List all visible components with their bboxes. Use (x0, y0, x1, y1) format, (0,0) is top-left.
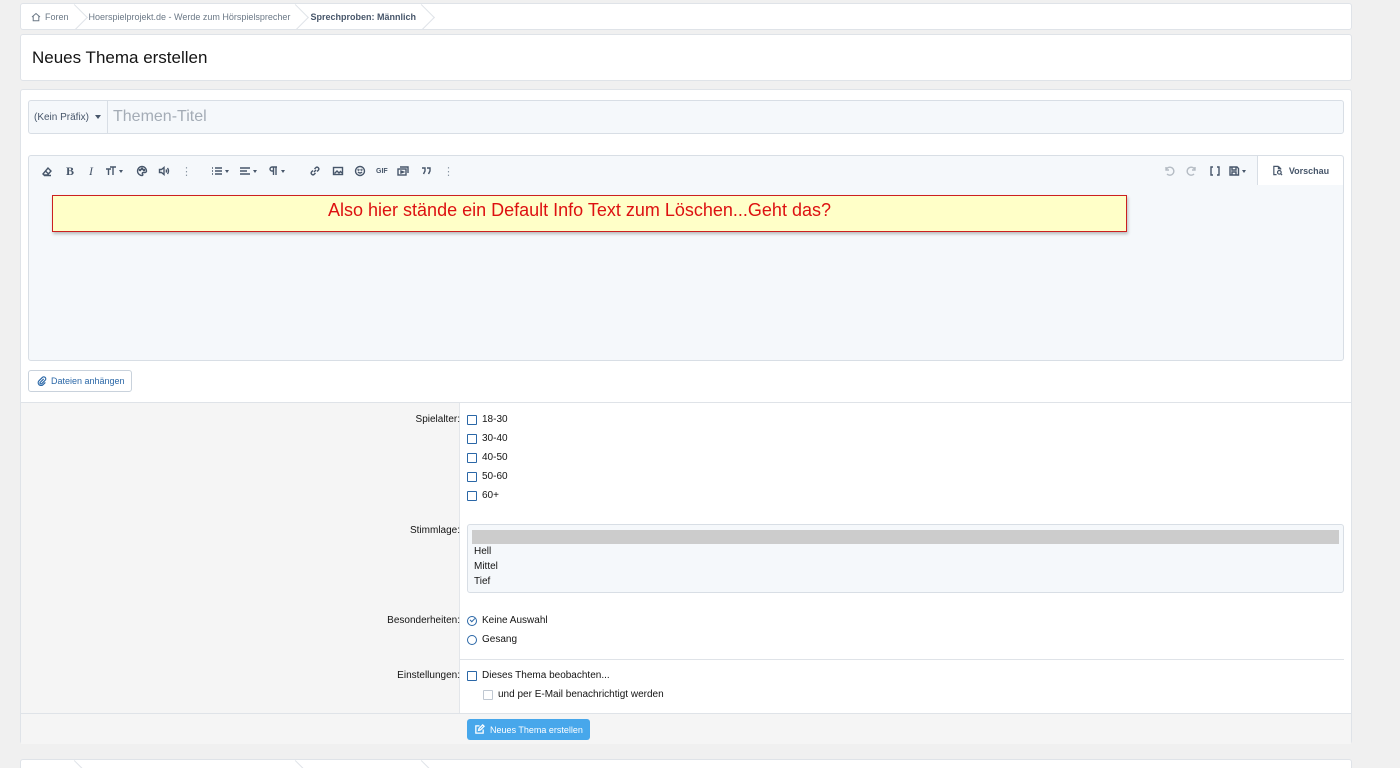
page-header: Neues Thema erstellen (20, 34, 1352, 81)
attach-files-button[interactable]: Dateien anhängen (28, 370, 132, 392)
email-notify-checkbox[interactable]: und per E-Mail benachrichtigt werden (483, 689, 664, 700)
option-label: 18-30 (482, 414, 508, 425)
option-label: 50-60 (482, 471, 508, 482)
paperclip-icon (37, 376, 47, 386)
preview-icon (1273, 165, 1283, 176)
edit-icon (475, 724, 486, 734)
eraser-icon[interactable] (41, 164, 53, 178)
option-label: 60+ (482, 490, 499, 501)
breadcrumb-item-hoerspielprojekt[interactable]: Hoerspielprojekt.de - Werde zum Hörspiel… (78, 4, 300, 29)
stimmlage-option-empty[interactable] (472, 530, 1339, 544)
checkbox-icon (467, 452, 477, 463)
checkbox-icon (467, 433, 477, 444)
stimmlage-option-hell[interactable]: Hell (472, 544, 1339, 559)
breadcrumb-bottom: Foren Hoerspielprojekt.de - Werde zum Hö… (20, 759, 1352, 768)
save-draft-icon[interactable] (1228, 164, 1246, 178)
preview-label: Vorschau (1288, 165, 1330, 176)
form-label-column (21, 403, 460, 714)
radio-checked-icon (467, 615, 477, 626)
breadcrumb-label: Hoerspielprojekt.de - Werde zum Hörspiel… (88, 11, 291, 22)
besonderheiten-label: Besonderheiten: (387, 615, 460, 626)
link-icon[interactable] (309, 164, 321, 178)
spielalter-option-50-60[interactable]: 50-60 (467, 471, 508, 482)
thread-title-input[interactable] (108, 101, 1343, 133)
spielalter-label: Spielalter: (415, 414, 460, 425)
radio-icon (467, 634, 477, 645)
checkbox-icon (467, 414, 477, 425)
breadcrumb-item-foren[interactable]: Foren (21, 4, 78, 29)
palette-icon[interactable] (136, 164, 148, 178)
stimmlage-option-mittel[interactable]: Mittel (472, 559, 1339, 574)
besonderheiten-option-keine-auswahl[interactable]: Keine Auswahl (467, 615, 548, 626)
paragraph-icon[interactable] (267, 164, 285, 178)
checkbox-icon (467, 471, 477, 482)
breadcrumb-item-sprechproben[interactable]: Sprechproben: Männlich (299, 760, 425, 768)
spielalter-option-30-40[interactable]: 30-40 (467, 433, 508, 444)
option-label: Gesang (482, 634, 518, 645)
thread-title-row: (Kein Präfix) (28, 100, 1344, 134)
home-icon (31, 12, 41, 21)
audio-icon[interactable] (158, 164, 170, 178)
option-label: Keine Auswahl (482, 615, 548, 626)
more-icon[interactable]: ⋮ (443, 164, 454, 178)
prefix-select[interactable]: (Kein Präfix) (29, 101, 108, 133)
besonderheiten-option-gesang[interactable]: Gesang (467, 634, 517, 645)
watch-thread-checkbox[interactable]: Dieses Thema beobachten... (467, 670, 610, 681)
spielalter-option-18-30[interactable]: 18-30 (467, 414, 508, 425)
default-info-text-box[interactable]: Also hier stände ein Default Info Text z… (52, 195, 1127, 232)
einstellungen-label: Einstellungen: (397, 670, 460, 681)
create-thread-label: Neues Thema erstellen (490, 724, 583, 735)
option-label: 40-50 (482, 452, 508, 463)
redo-icon[interactable] (1186, 164, 1198, 178)
stimmlage-option-tief[interactable]: Tief (472, 574, 1339, 589)
option-label: Dieses Thema beobachten... (482, 670, 610, 681)
checkbox-icon (467, 490, 477, 501)
bold-icon[interactable]: B (66, 164, 74, 178)
option-label: 30-40 (482, 433, 508, 444)
breadcrumb: Foren Hoerspielprojekt.de - Werde zum Hö… (20, 3, 1352, 30)
stimmlage-label: Stimmlage: (409, 525, 460, 536)
spielalter-option-40-50[interactable]: 40-50 (467, 452, 508, 463)
gif-icon[interactable]: GIF (376, 164, 388, 178)
attach-files-label: Dateien anhängen (51, 376, 125, 386)
checkbox-icon (483, 689, 493, 700)
custom-fields: Spielalter: 18-30 30-40 40-50 50-60 60+ … (21, 402, 1351, 714)
editor-toolbar: B I ⋮ GIF ⋮ Vorschau (29, 156, 1343, 185)
bbcode-icon[interactable] (1209, 164, 1221, 178)
undo-icon[interactable] (1163, 164, 1175, 178)
breadcrumb-label: Sprechproben: Männlich (310, 11, 416, 22)
breadcrumb-item-foren[interactable]: Foren (21, 760, 78, 768)
create-thread-button[interactable]: Neues Thema erstellen (467, 719, 590, 740)
form-submit-row: Neues Thema erstellen (21, 713, 1351, 744)
list-icon[interactable] (211, 164, 229, 178)
quote-icon[interactable] (420, 164, 432, 178)
checkbox-icon (467, 670, 477, 681)
breadcrumb-item-sprechproben[interactable]: Sprechproben: Männlich (299, 4, 425, 29)
spielalter-option-60plus[interactable]: 60+ (467, 490, 499, 501)
message-editor[interactable]: B I ⋮ GIF ⋮ Vorschau Also hier stände ei… (28, 155, 1344, 361)
preview-button[interactable]: Vorschau (1257, 156, 1343, 185)
italic-icon[interactable]: I (89, 164, 93, 178)
text-size-icon[interactable] (105, 164, 123, 178)
default-info-text: Also hier stände ein Default Info Text z… (328, 200, 831, 220)
more-icon[interactable]: ⋮ (181, 164, 192, 178)
align-icon[interactable] (239, 164, 257, 178)
divider (460, 659, 1344, 660)
new-thread-form: (Kein Präfix) B I ⋮ GIF ⋮ (20, 89, 1352, 744)
breadcrumb-item-hoerspielprojekt[interactable]: Hoerspielprojekt.de - Werde zum Hörspiel… (78, 760, 300, 768)
stimmlage-select[interactable]: Hell Mittel Tief (467, 524, 1344, 593)
option-label: und per E-Mail benachrichtigt werden (498, 689, 664, 700)
prefix-label: (Kein Präfix) (34, 111, 90, 123)
page-title: Neues Thema erstellen (32, 48, 208, 67)
smiley-icon[interactable] (354, 164, 366, 178)
breadcrumb-label: Foren (45, 11, 69, 22)
chevron-down-icon (95, 115, 102, 119)
media-icon[interactable] (397, 164, 409, 178)
image-icon[interactable] (332, 164, 344, 178)
